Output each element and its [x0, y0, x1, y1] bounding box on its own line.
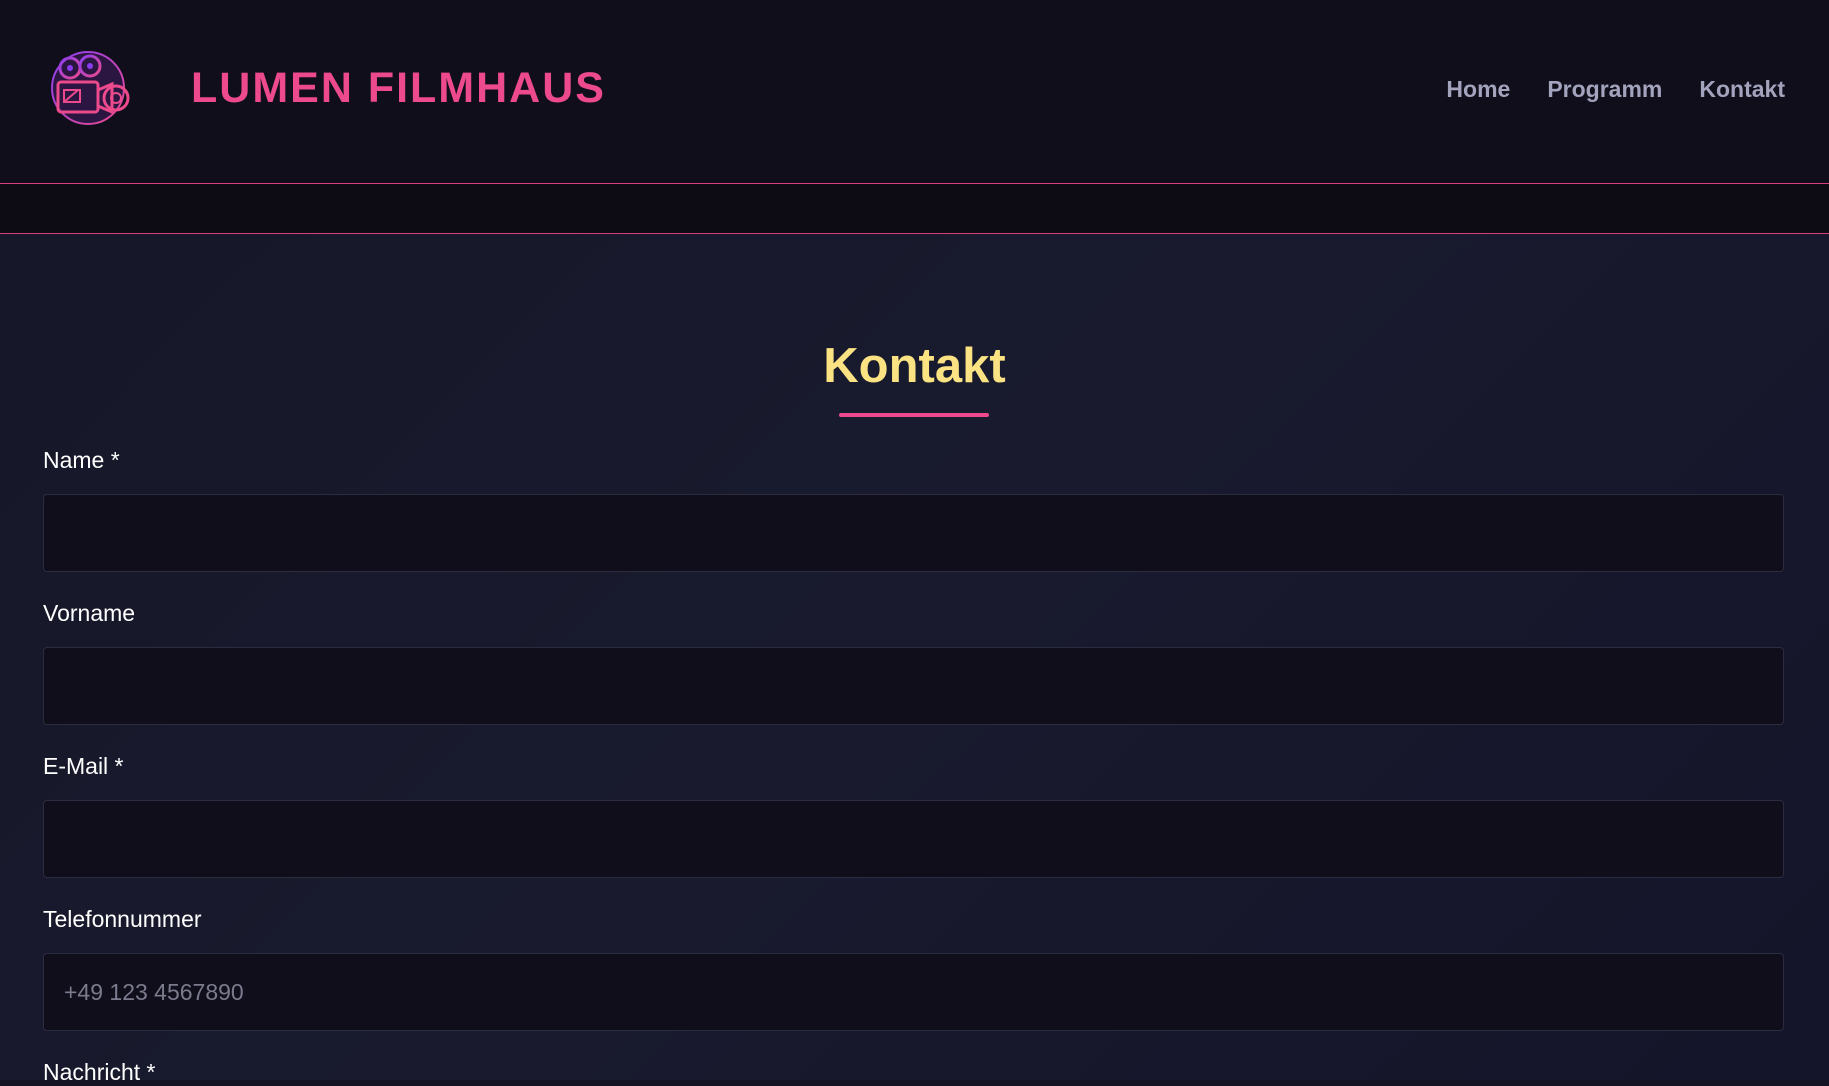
vorname-input[interactable] — [43, 647, 1784, 725]
name-input[interactable] — [43, 494, 1784, 572]
page-title: Kontakt — [823, 339, 1006, 393]
vorname-label: Vorname — [43, 600, 136, 626]
header-subbar — [0, 184, 1829, 234]
film-camera-logo-icon[interactable] — [48, 50, 132, 130]
site-header: LUMEN FILMHAUS Home Programm Kontakt — [0, 0, 1829, 184]
nachricht-label: Nachricht * — [43, 1059, 156, 1085]
title-underline — [839, 413, 989, 417]
telefonnummer-input[interactable] — [43, 953, 1784, 1031]
main-content: Kontakt Name * Vorname E-Mail * Telefonn… — [0, 234, 1829, 1085]
nav-link-programm[interactable]: Programm — [1547, 74, 1662, 104]
email-label: E-Mail * — [43, 753, 124, 779]
main-nav: Home Programm Kontakt — [1446, 74, 1785, 104]
nav-link-home[interactable]: Home — [1446, 74, 1510, 104]
email-input[interactable] — [43, 800, 1784, 878]
nav-link-kontakt[interactable]: Kontakt — [1699, 74, 1785, 104]
name-label: Name * — [43, 447, 120, 473]
site-brand[interactable]: LUMEN FILMHAUS — [191, 62, 606, 114]
telefonnummer-label: Telefonnummer — [43, 906, 202, 932]
